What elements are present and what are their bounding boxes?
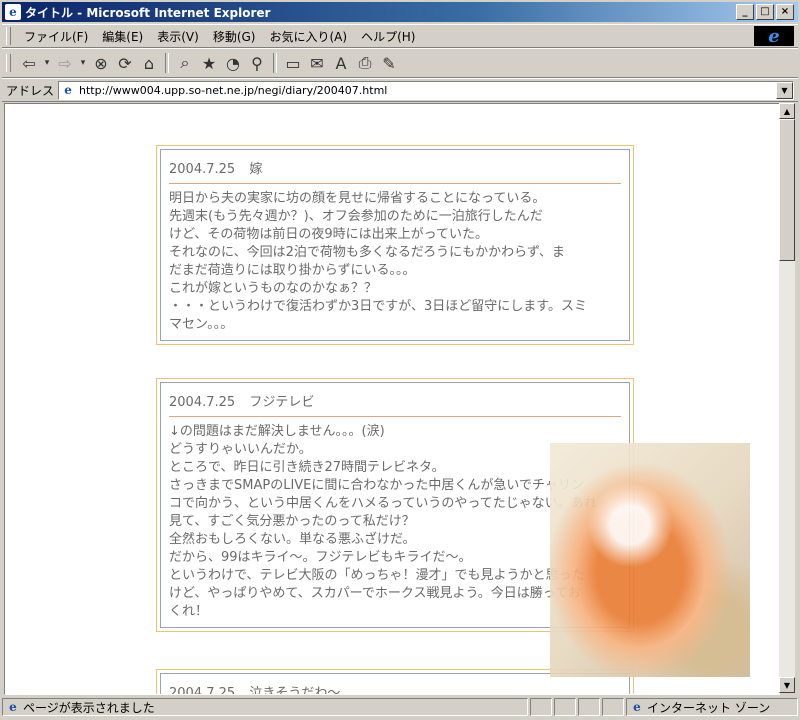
mail-icon[interactable]: ✉ (305, 52, 329, 74)
entry-header: 2004.7.25 泣きそうだわ～ (169, 682, 621, 695)
edit-icon[interactable]: ✎ (377, 52, 401, 74)
toolbar-separator (273, 53, 277, 73)
menu-favorites[interactable]: お気に入り(A) (262, 28, 354, 45)
entry-line: だまだ荷造りには取り掛からずにいる。。。 (169, 263, 416, 278)
standard-toolbar: ⇦ ▾ ⇨ ▾ ⊗ ⟳ ⌂ ⌕ ★ ◔ ⚲ ▭ ✉ A ⎙ ✎ (2, 48, 798, 78)
address-bar: アドレス e http://www004.upp.so-net.ne.jp/ne… (2, 78, 798, 102)
entry-line: ↓の問題はまだ解決しません。。。(涙) (169, 424, 385, 439)
toolbar-grip[interactable] (6, 54, 11, 72)
vertical-scrollbar[interactable]: ▲ ▼ (779, 103, 795, 693)
title-bar: e タイトル - Microsoft Internet Explorer _ □… (2, 2, 798, 22)
entry-date: 2004.7.25 (169, 686, 236, 695)
menu-view[interactable]: 表示(V) (150, 28, 206, 45)
status-text: ページが表示されました (23, 700, 155, 715)
scroll-thumb[interactable] (779, 119, 795, 261)
entry-title: フジテレビ (249, 395, 315, 410)
address-url[interactable]: http://www004.upp.so-net.ne.jp/negi/diar… (79, 84, 387, 97)
scroll-up-icon[interactable]: ▲ (779, 103, 795, 119)
page-done-icon: e (9, 700, 17, 714)
globe-icon: e (633, 700, 641, 714)
window-title: タイトル - Microsoft Internet Explorer (25, 5, 271, 20)
decorative-drink-photo (550, 443, 750, 677)
search-icon[interactable]: ⌕ (173, 52, 197, 74)
maximize-button[interactable]: □ (756, 4, 774, 20)
back-dropdown-icon[interactable]: ▾ (41, 52, 53, 74)
menu-file[interactable]: ファイル(F) (17, 28, 95, 45)
entry-date: 2004.7.25 (169, 162, 236, 177)
home-icon[interactable]: ⌂ (137, 52, 161, 74)
security-zone-panel: e インターネット ゾーン (626, 698, 798, 716)
font-icon[interactable]: A (329, 52, 353, 74)
entry-header: 2004.7.25 フジテレビ (169, 391, 621, 417)
entry-line: 明日から夫の実家に坊の顔を見せに帰省することになっている。 (169, 191, 546, 206)
address-input[interactable]: e http://www004.upp.so-net.ne.jp/negi/di… (58, 80, 794, 100)
menu-help[interactable]: ヘルプ(H) (354, 28, 422, 45)
back-icon[interactable]: ⇦ (17, 52, 41, 74)
page-content: 2004.7.25 嫁 明日から夫の実家に坊の顔を見せに帰省することになっている… (4, 103, 780, 695)
menu-edit[interactable]: 編集(E) (95, 28, 150, 45)
entry-header: 2004.7.25 嫁 (169, 158, 621, 184)
refresh-icon[interactable]: ⟳ (113, 52, 137, 74)
diary-entry: 2004.7.25 嫁 明日から夫の実家に坊の顔を見せに帰省することになっている… (156, 145, 634, 345)
fullscreen-icon[interactable]: ▭ (281, 52, 305, 74)
zone-text: インターネット ゾーン (647, 700, 771, 715)
entry-line: マセン。。。 (169, 317, 234, 332)
favorites-icon[interactable]: ★ (197, 52, 221, 74)
entry-body: 明日から夫の実家に坊の顔を見せに帰省することになっている。 先週末(もう先々週か… (169, 190, 621, 334)
forward-icon[interactable]: ⇨ (53, 52, 77, 74)
ie-throbber-logo: e (754, 26, 794, 47)
scroll-down-icon[interactable]: ▼ (779, 677, 795, 693)
address-label: アドレス (6, 83, 55, 98)
status-panel-blank (602, 698, 624, 716)
entry-title: 泣きそうだわ～ (249, 686, 341, 695)
status-panel-blank (554, 698, 576, 716)
menu-go[interactable]: 移動(G) (206, 28, 263, 45)
menubar-grip[interactable] (6, 27, 11, 45)
print-icon[interactable]: ⎙ (353, 52, 377, 74)
entry-line: それなのに、今回は2泊で荷物も多くなるだろうにもかかわらず、ま (169, 245, 565, 260)
ie-app-icon[interactable]: e (5, 4, 21, 20)
browser-window: e タイトル - Microsoft Internet Explorer _ □… (0, 0, 800, 720)
status-panel-blank (530, 698, 552, 716)
channels-icon[interactable]: ⚲ (245, 52, 269, 74)
page-icon: e (64, 83, 72, 97)
status-panel-blank (578, 698, 600, 716)
history-icon[interactable]: ◔ (221, 52, 245, 74)
close-button[interactable]: × (776, 4, 794, 20)
forward-dropdown-icon[interactable]: ▾ (77, 52, 89, 74)
entry-title: 嫁 (249, 162, 263, 177)
entry-line: けど、その荷物は前日の夜9時には出来上がっていた。 (169, 227, 488, 242)
stop-icon[interactable]: ⊗ (89, 52, 113, 74)
entry-line: 先週末(もう先々週か？)、オフ会参加のために一泊旅行したんだ (169, 209, 543, 224)
minimize-button[interactable]: _ (736, 4, 754, 20)
entry-date: 2004.7.25 (169, 395, 236, 410)
status-message-panel: e ページが表示されました (2, 698, 528, 716)
menu-bar: ファイル(F) 編集(E) 表示(V) 移動(G) お気に入り(A) ヘルプ(H… (2, 24, 798, 48)
toolbar-separator (165, 53, 169, 73)
status-bar: e ページが表示されました e インターネット ゾーン (2, 697, 798, 717)
entry-line: これが嫁というものなのかなぁ？？ (169, 281, 378, 296)
entry-line: ・・・というわけで復活わずか3日ですが、3日ほど留守にします。スミ (169, 299, 587, 314)
address-dropdown-icon[interactable]: ▼ (776, 81, 793, 99)
